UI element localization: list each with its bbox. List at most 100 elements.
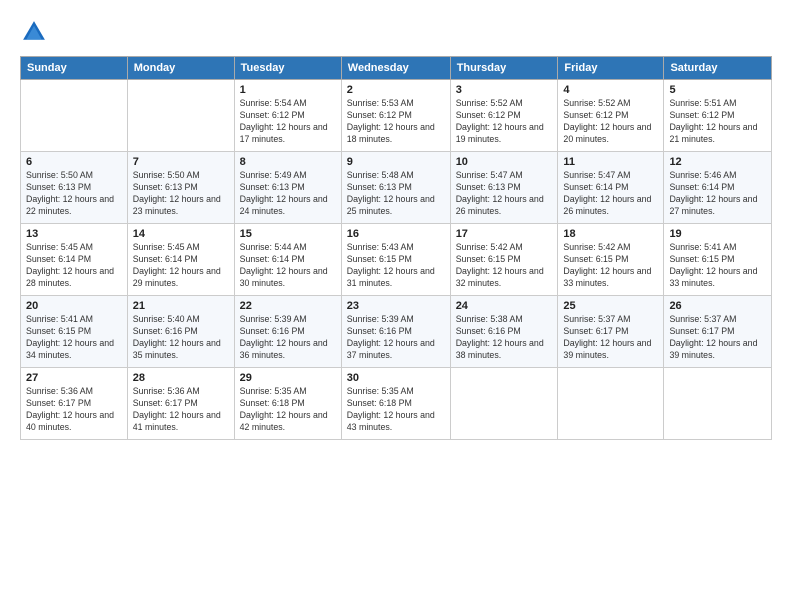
day-number: 29 xyxy=(240,372,336,384)
calendar-header-friday: Friday xyxy=(558,57,664,80)
calendar-cell xyxy=(664,368,772,440)
day-info: Sunrise: 5:51 AM Sunset: 6:12 PM Dayligh… xyxy=(669,98,766,146)
calendar-header-wednesday: Wednesday xyxy=(341,57,450,80)
day-info: Sunrise: 5:35 AM Sunset: 6:18 PM Dayligh… xyxy=(240,386,336,434)
header xyxy=(20,18,772,46)
calendar-cell xyxy=(558,368,664,440)
day-info: Sunrise: 5:52 AM Sunset: 6:12 PM Dayligh… xyxy=(563,98,658,146)
day-number: 19 xyxy=(669,228,766,240)
day-number: 9 xyxy=(347,156,445,168)
calendar-cell: 29 Sunrise: 5:35 AM Sunset: 6:18 PM Dayli… xyxy=(234,368,341,440)
day-info: Sunrise: 5:36 AM Sunset: 6:17 PM Dayligh… xyxy=(133,386,229,434)
calendar-header-tuesday: Tuesday xyxy=(234,57,341,80)
day-info: Sunrise: 5:46 AM Sunset: 6:14 PM Dayligh… xyxy=(669,170,766,218)
calendar-cell: 21 Sunrise: 5:40 AM Sunset: 6:16 PM Dayli… xyxy=(127,296,234,368)
day-number: 7 xyxy=(133,156,229,168)
day-info: Sunrise: 5:53 AM Sunset: 6:12 PM Dayligh… xyxy=(347,98,445,146)
calendar-cell: 12 Sunrise: 5:46 AM Sunset: 6:14 PM Dayli… xyxy=(664,152,772,224)
calendar-cell: 14 Sunrise: 5:45 AM Sunset: 6:14 PM Dayli… xyxy=(127,224,234,296)
calendar-header-saturday: Saturday xyxy=(664,57,772,80)
day-number: 8 xyxy=(240,156,336,168)
calendar-cell: 18 Sunrise: 5:42 AM Sunset: 6:15 PM Dayli… xyxy=(558,224,664,296)
day-number: 15 xyxy=(240,228,336,240)
day-info: Sunrise: 5:43 AM Sunset: 6:15 PM Dayligh… xyxy=(347,242,445,290)
calendar-cell: 9 Sunrise: 5:48 AM Sunset: 6:13 PM Daylig… xyxy=(341,152,450,224)
day-number: 3 xyxy=(456,84,553,96)
day-info: Sunrise: 5:52 AM Sunset: 6:12 PM Dayligh… xyxy=(456,98,553,146)
calendar-cell: 24 Sunrise: 5:38 AM Sunset: 6:16 PM Dayli… xyxy=(450,296,558,368)
day-info: Sunrise: 5:48 AM Sunset: 6:13 PM Dayligh… xyxy=(347,170,445,218)
calendar-header-thursday: Thursday xyxy=(450,57,558,80)
day-info: Sunrise: 5:47 AM Sunset: 6:13 PM Dayligh… xyxy=(456,170,553,218)
calendar-header-row: SundayMondayTuesdayWednesdayThursdayFrid… xyxy=(21,57,772,80)
calendar-cell: 13Sunrise: 5:45 AM Sunset: 6:14 PM Dayli… xyxy=(21,224,128,296)
day-info: Sunrise: 5:44 AM Sunset: 6:14 PM Dayligh… xyxy=(240,242,336,290)
day-info: Sunrise: 5:41 AM Sunset: 6:15 PM Dayligh… xyxy=(26,314,122,362)
day-number: 23 xyxy=(347,300,445,312)
calendar-header-sunday: Sunday xyxy=(21,57,128,80)
calendar-cell: 19 Sunrise: 5:41 AM Sunset: 6:15 PM Dayli… xyxy=(664,224,772,296)
day-info: Sunrise: 5:45 AM Sunset: 6:14 PM Dayligh… xyxy=(26,242,122,290)
calendar-cell: 1Sunrise: 5:54 AM Sunset: 6:12 PM Daylig… xyxy=(234,80,341,152)
day-number: 21 xyxy=(133,300,229,312)
day-number: 2 xyxy=(347,84,445,96)
calendar-cell: 17Sunrise: 5:42 AM Sunset: 6:15 PM Dayli… xyxy=(450,224,558,296)
calendar-cell: 22Sunrise: 5:39 AM Sunset: 6:16 PM Dayli… xyxy=(234,296,341,368)
day-info: Sunrise: 5:39 AM Sunset: 6:16 PM Dayligh… xyxy=(347,314,445,362)
day-number: 28 xyxy=(133,372,229,384)
calendar-cell: 2 Sunrise: 5:53 AM Sunset: 6:12 PM Daylig… xyxy=(341,80,450,152)
calendar-week-row: 20 Sunrise: 5:41 AM Sunset: 6:15 PM Dayli… xyxy=(21,296,772,368)
calendar-cell: 25Sunrise: 5:37 AM Sunset: 6:17 PM Dayli… xyxy=(558,296,664,368)
day-info: Sunrise: 5:47 AM Sunset: 6:14 PM Dayligh… xyxy=(563,170,658,218)
day-number: 5 xyxy=(669,84,766,96)
calendar-cell: 7Sunrise: 5:50 AM Sunset: 6:13 PM Daylig… xyxy=(127,152,234,224)
calendar-week-row: 27Sunrise: 5:36 AM Sunset: 6:17 PM Dayli… xyxy=(21,368,772,440)
day-number: 25 xyxy=(563,300,658,312)
calendar-cell: 3 Sunrise: 5:52 AM Sunset: 6:12 PM Daylig… xyxy=(450,80,558,152)
calendar-cell: 20 Sunrise: 5:41 AM Sunset: 6:15 PM Dayli… xyxy=(21,296,128,368)
calendar-cell: 4 Sunrise: 5:52 AM Sunset: 6:12 PM Daylig… xyxy=(558,80,664,152)
day-info: Sunrise: 5:36 AM Sunset: 6:17 PM Dayligh… xyxy=(26,386,122,434)
calendar-cell: 28 Sunrise: 5:36 AM Sunset: 6:17 PM Dayli… xyxy=(127,368,234,440)
calendar-cell: 8 Sunrise: 5:49 AM Sunset: 6:13 PM Daylig… xyxy=(234,152,341,224)
day-info: Sunrise: 5:40 AM Sunset: 6:16 PM Dayligh… xyxy=(133,314,229,362)
day-info: Sunrise: 5:50 AM Sunset: 6:13 PM Dayligh… xyxy=(26,170,122,218)
day-info: Sunrise: 5:45 AM Sunset: 6:14 PM Dayligh… xyxy=(133,242,229,290)
day-number: 11 xyxy=(563,156,658,168)
day-number: 17 xyxy=(456,228,553,240)
day-number: 6 xyxy=(26,156,122,168)
day-number: 12 xyxy=(669,156,766,168)
day-info: Sunrise: 5:41 AM Sunset: 6:15 PM Dayligh… xyxy=(669,242,766,290)
day-number: 18 xyxy=(563,228,658,240)
calendar-cell xyxy=(21,80,128,152)
day-number: 16 xyxy=(347,228,445,240)
day-number: 22 xyxy=(240,300,336,312)
calendar-cell: 15 Sunrise: 5:44 AM Sunset: 6:14 PM Dayli… xyxy=(234,224,341,296)
calendar-week-row: 13Sunrise: 5:45 AM Sunset: 6:14 PM Dayli… xyxy=(21,224,772,296)
calendar-cell xyxy=(450,368,558,440)
calendar-cell: 27Sunrise: 5:36 AM Sunset: 6:17 PM Dayli… xyxy=(21,368,128,440)
calendar-header-monday: Monday xyxy=(127,57,234,80)
calendar-cell: 6 Sunrise: 5:50 AM Sunset: 6:13 PM Daylig… xyxy=(21,152,128,224)
calendar-cell: 10 Sunrise: 5:47 AM Sunset: 6:13 PM Dayli… xyxy=(450,152,558,224)
calendar-cell xyxy=(127,80,234,152)
page: SundayMondayTuesdayWednesdayThursdayFrid… xyxy=(0,0,792,612)
day-info: Sunrise: 5:49 AM Sunset: 6:13 PM Dayligh… xyxy=(240,170,336,218)
day-number: 10 xyxy=(456,156,553,168)
day-info: Sunrise: 5:54 AM Sunset: 6:12 PM Dayligh… xyxy=(240,98,336,146)
day-number: 14 xyxy=(133,228,229,240)
calendar-cell: 26 Sunrise: 5:37 AM Sunset: 6:17 PM Dayli… xyxy=(664,296,772,368)
calendar-cell: 11 Sunrise: 5:47 AM Sunset: 6:14 PM Dayli… xyxy=(558,152,664,224)
day-number: 26 xyxy=(669,300,766,312)
calendar-cell: 16 Sunrise: 5:43 AM Sunset: 6:15 PM Dayli… xyxy=(341,224,450,296)
day-number: 20 xyxy=(26,300,122,312)
day-number: 4 xyxy=(563,84,658,96)
calendar-week-row: 1Sunrise: 5:54 AM Sunset: 6:12 PM Daylig… xyxy=(21,80,772,152)
day-info: Sunrise: 5:37 AM Sunset: 6:17 PM Dayligh… xyxy=(669,314,766,362)
day-number: 24 xyxy=(456,300,553,312)
calendar: SundayMondayTuesdayWednesdayThursdayFrid… xyxy=(20,56,772,440)
calendar-cell: 30Sunrise: 5:35 AM Sunset: 6:18 PM Dayli… xyxy=(341,368,450,440)
day-info: Sunrise: 5:38 AM Sunset: 6:16 PM Dayligh… xyxy=(456,314,553,362)
logo xyxy=(20,18,52,46)
day-info: Sunrise: 5:42 AM Sunset: 6:15 PM Dayligh… xyxy=(563,242,658,290)
